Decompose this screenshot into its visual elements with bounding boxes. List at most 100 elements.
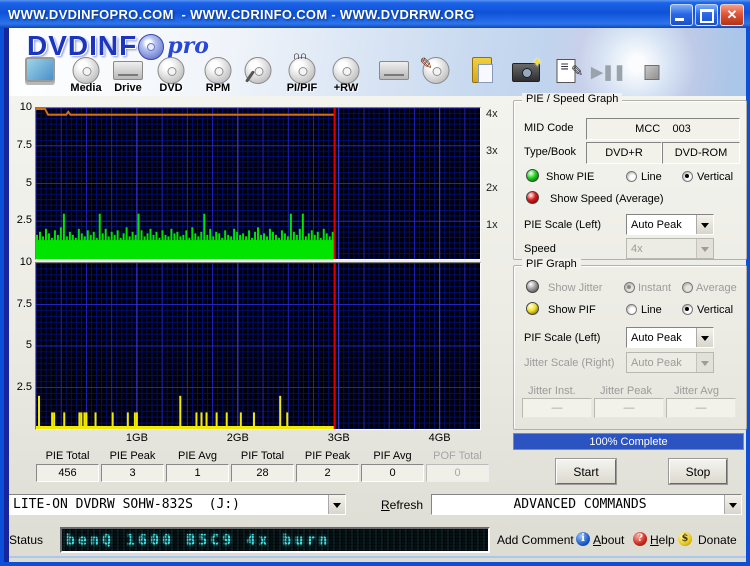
plus-rw-tools-icon	[332, 57, 360, 84]
refresh-accel: R	[381, 498, 390, 512]
lcd-dot-matrix-overlay	[62, 529, 488, 551]
pif-line-label[interactable]: Line	[641, 304, 662, 316]
pif-groupbox: PIF Graph Show Jitter Instant Average Sh…	[513, 258, 747, 430]
show-pie-label: Show PIE	[546, 171, 595, 183]
status-label: Status	[9, 533, 44, 547]
copy-clipboard-icon	[472, 57, 493, 83]
speed-axis-tick: 2x	[486, 181, 498, 194]
pif-scale-label: PIF Scale (Left)	[524, 332, 601, 344]
stat-column-pie-peak: PIE Peak 3	[101, 450, 164, 482]
mid-code-value: MCC 003	[586, 118, 740, 140]
speed-value: 4x	[631, 242, 643, 255]
stat-column-pif-avg: PIF Avg 0	[361, 450, 424, 482]
donate-icon[interactable]: $	[678, 532, 692, 546]
toolbar-drive-info[interactable]: Drive	[106, 56, 150, 94]
pif-line-radio[interactable]	[626, 304, 637, 315]
pie-speed-chart	[35, 107, 480, 260]
pif-scale-value: Auto Peak	[631, 331, 682, 344]
maximize-icon	[700, 9, 714, 23]
title-bar[interactable]: WWW.DVDINFOPRO.COM - WWW.CDRINFO.COM - W…	[0, 0, 750, 28]
stop-button[interactable]: Stop	[669, 459, 727, 484]
refresh-link[interactable]: Refresh	[381, 498, 423, 512]
pif-scale-dropdown-arrow[interactable]	[696, 328, 713, 347]
add-comment-link[interactable]: Add Comment	[497, 533, 574, 547]
stat-column-pif-peak: PIF Peak 2	[296, 450, 359, 482]
play-pause-icon: ▶❚❚	[591, 64, 626, 81]
help-icon[interactable]: ?	[633, 532, 647, 546]
pie-speed-plot	[35, 107, 481, 260]
toolbar-label-dvd-info: DVD	[159, 82, 183, 94]
jitter-average-label: Average	[696, 282, 737, 294]
toolbar-read-test[interactable]	[236, 56, 280, 94]
toolbar-copy-clipboard[interactable]	[460, 56, 504, 94]
toolbar-media-info[interactable]: Media	[64, 56, 108, 94]
about-icon[interactable]: i	[576, 532, 590, 546]
drive-tools-icon	[379, 61, 409, 80]
read-test-icon	[244, 57, 272, 84]
stat-label: PIE Avg	[178, 450, 217, 462]
close-button[interactable]: ✕	[720, 4, 744, 26]
advanced-commands-value: ADVANCED COMMANDS	[513, 497, 647, 512]
maximize-button[interactable]	[695, 4, 718, 26]
toolbar-report-notes[interactable]	[544, 56, 588, 94]
advanced-commands-arrow[interactable]	[724, 495, 741, 514]
about-link[interactable]: About	[593, 533, 624, 547]
report-notes-icon	[556, 58, 584, 83]
pie-vertical-label[interactable]: Vertical	[697, 171, 733, 183]
pie-scale-dropdown[interactable]: Auto Peak	[626, 214, 714, 235]
drive-select-arrow[interactable]	[328, 495, 345, 514]
pif-vertical-label[interactable]: Vertical	[697, 304, 733, 316]
toolbar-system-info[interactable]	[18, 56, 62, 94]
pie-scale-label: PIE Scale (Left)	[524, 219, 602, 231]
screenshot-icon	[512, 54, 543, 82]
drive-select-dropdown[interactable]: LITE-ON DVDRW SOHW-832S (J:)	[8, 494, 346, 515]
toolbar-label-drive-info: Drive	[114, 82, 142, 94]
pif-scale-dropdown[interactable]: Auto Peak	[626, 327, 714, 348]
toolbar-stop-scan[interactable]	[630, 56, 674, 94]
stat-value: 0	[361, 464, 424, 482]
jitter-scale-dropdown: Auto Peak	[626, 352, 714, 373]
donate-link[interactable]: Donate	[698, 533, 737, 547]
x-axis-tick: 4GB	[428, 432, 451, 444]
start-button[interactable]: Start	[556, 459, 616, 484]
status-lcd-display: benQ 1600 B5C9 4x burn	[60, 527, 490, 553]
toolbar-dvd-info[interactable]: DVD	[149, 56, 193, 94]
stat-column-pie-avg: PIE Avg 1	[166, 450, 229, 482]
mid-code-label: MID Code	[524, 122, 574, 134]
pie-vertical-radio[interactable]	[682, 171, 693, 182]
help-link[interactable]: Help	[650, 533, 675, 547]
stat-column-pif-total: PIF Total 28	[231, 450, 294, 482]
toolbar-label-rpm-test: RPM	[205, 82, 231, 94]
bottom-accent-line	[4, 556, 746, 558]
toolbar-plus-rw-tools[interactable]: +RW	[324, 56, 368, 94]
stat-value: 1	[166, 464, 229, 482]
jitter-peak-label: Jitter Peak	[600, 385, 652, 397]
pie-scale-dropdown-arrow[interactable]	[696, 215, 713, 234]
toolbar-screenshot[interactable]	[504, 54, 548, 94]
toolbar-pi-pif-scan[interactable]: PI/PIF	[280, 50, 324, 94]
pie-line-radio[interactable]	[626, 171, 637, 182]
jitter-led-gray	[526, 280, 539, 293]
stat-value: 3	[101, 464, 164, 482]
pi-pif-scan-icon	[288, 50, 316, 84]
toolbar-rpm-test[interactable]: RPM	[196, 56, 240, 94]
stat-value: 28	[231, 464, 294, 482]
speed-axis-tick: 3x	[486, 144, 498, 157]
jitter-scale-dropdown-arrow	[696, 353, 713, 372]
toolbar-drive-tools[interactable]	[372, 56, 416, 94]
pif-vertical-radio[interactable]	[682, 304, 693, 315]
pie-line-label[interactable]: Line	[641, 171, 662, 183]
drive-info-icon	[113, 61, 143, 80]
toolbar-write-disc[interactable]	[414, 54, 458, 94]
jitter-inst-label: Jitter Inst.	[528, 385, 576, 397]
advanced-commands-dropdown[interactable]: ADVANCED COMMANDS	[431, 494, 742, 515]
drive-select-value: LITE-ON DVDRW SOHW-832S (J:)	[13, 497, 240, 512]
stat-label: PIE Peak	[109, 450, 156, 462]
toolbar-label-media-info: Media	[70, 82, 102, 94]
media-info-icon	[72, 57, 100, 84]
refresh-rest: efresh	[389, 498, 424, 512]
stat-column-pof-total: POF Total 0	[426, 450, 489, 482]
left-accent-stripe	[4, 28, 9, 562]
toolbar-play-pause[interactable]: ▶❚❚	[586, 56, 630, 94]
minimize-button[interactable]	[670, 4, 693, 26]
